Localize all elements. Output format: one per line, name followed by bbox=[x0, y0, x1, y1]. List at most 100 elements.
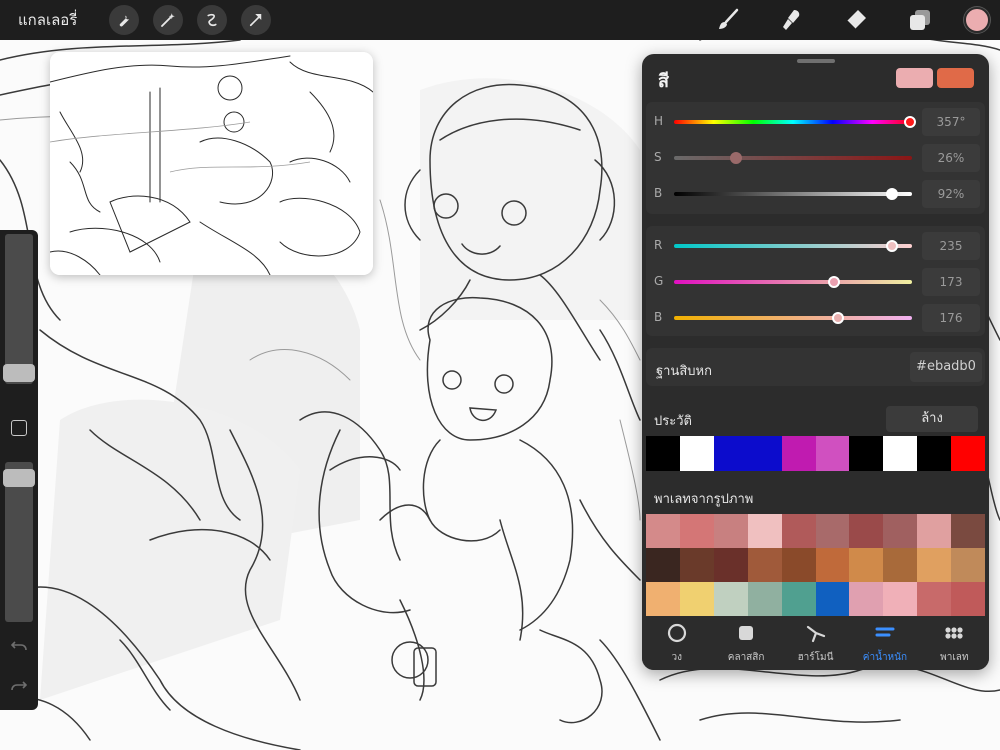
red-slider[interactable] bbox=[674, 244, 912, 248]
opacity-knob[interactable] bbox=[3, 469, 35, 488]
tab-value-label: ค่าน้ำหนัก bbox=[862, 651, 908, 663]
palette-swatch[interactable] bbox=[747, 548, 782, 582]
smudge-tool-button[interactable] bbox=[772, 0, 812, 40]
palette-swatch[interactable] bbox=[849, 582, 884, 616]
actions-button[interactable] bbox=[109, 5, 140, 35]
color-panel: สี H 357° S 26% B 92% R 235 G 173 B 176 … bbox=[642, 54, 989, 670]
blue-value[interactable]: 176 bbox=[922, 304, 980, 332]
saturation-slider[interactable] bbox=[674, 156, 912, 160]
wrench-icon bbox=[120, 15, 130, 27]
palette-swatch[interactable] bbox=[679, 582, 714, 616]
top-toolbar: แกลเลอรี่ bbox=[0, 0, 1000, 40]
redo-button[interactable] bbox=[9, 676, 29, 696]
brightness-slider[interactable] bbox=[674, 192, 912, 196]
palette-swatch[interactable] bbox=[849, 514, 884, 548]
saturation-handle[interactable] bbox=[730, 152, 742, 164]
tab-palettes[interactable]: พาเลท bbox=[920, 616, 989, 670]
blue-handle[interactable] bbox=[832, 312, 844, 324]
gallery-button[interactable]: แกลเลอรี่ bbox=[18, 8, 77, 32]
palette-swatch[interactable] bbox=[883, 514, 918, 548]
color-button[interactable] bbox=[964, 7, 990, 33]
tab-harmony[interactable]: ฮาร์โมนี bbox=[781, 616, 850, 670]
palette-swatch[interactable] bbox=[883, 582, 918, 616]
history-swatch[interactable] bbox=[815, 436, 850, 471]
brush-size-slider[interactable] bbox=[3, 234, 35, 384]
palette-swatch[interactable] bbox=[679, 514, 714, 548]
hue-value[interactable]: 357° bbox=[922, 108, 980, 136]
modify-button[interactable] bbox=[11, 420, 27, 436]
palette-swatch[interactable] bbox=[747, 582, 782, 616]
tab-classic[interactable]: คลาสสิก bbox=[711, 616, 780, 670]
brush-size-knob[interactable] bbox=[3, 364, 35, 382]
green-handle[interactable] bbox=[828, 276, 840, 288]
history-swatch[interactable] bbox=[849, 436, 884, 471]
red-value[interactable]: 235 bbox=[922, 232, 980, 260]
layers-button[interactable] bbox=[900, 0, 940, 40]
palette-swatch[interactable] bbox=[713, 582, 748, 616]
saturation-label: S bbox=[654, 150, 662, 164]
undo-icon bbox=[10, 641, 27, 651]
palette-swatch[interactable] bbox=[849, 548, 884, 582]
red-handle[interactable] bbox=[886, 240, 898, 252]
palette-swatch[interactable] bbox=[917, 548, 952, 582]
panel-grabber[interactable] bbox=[797, 59, 835, 63]
magic-wand-icon bbox=[161, 13, 176, 27]
blue-slider[interactable] bbox=[674, 316, 912, 320]
palette-swatch[interactable] bbox=[951, 582, 985, 616]
history-swatch[interactable] bbox=[917, 436, 952, 471]
hue-handle[interactable] bbox=[904, 116, 916, 128]
adjustments-button[interactable] bbox=[153, 5, 184, 35]
palette-swatch[interactable] bbox=[815, 514, 850, 548]
reference-window[interactable] bbox=[50, 52, 373, 275]
palette-swatch[interactable] bbox=[713, 514, 748, 548]
selection-button[interactable] bbox=[197, 5, 228, 35]
palette-swatch[interactable] bbox=[679, 548, 714, 582]
hex-input[interactable]: #ebadb0 bbox=[910, 352, 982, 382]
undo-button[interactable] bbox=[9, 636, 29, 656]
tab-disc[interactable]: วง bbox=[642, 616, 711, 670]
opacity-slider[interactable] bbox=[3, 462, 35, 622]
palette-swatch[interactable] bbox=[781, 548, 816, 582]
green-value[interactable]: 173 bbox=[922, 268, 980, 296]
palette-swatch[interactable] bbox=[883, 548, 918, 582]
green-slider[interactable] bbox=[674, 280, 912, 284]
clear-history-button[interactable]: ล้าง bbox=[886, 406, 978, 432]
left-sidebar bbox=[0, 230, 38, 710]
primary-color-swatch[interactable] bbox=[896, 68, 933, 88]
history-swatch[interactable] bbox=[951, 436, 986, 471]
harmony-icon bbox=[806, 625, 825, 642]
tab-value[interactable]: ค่าน้ำหนัก bbox=[850, 616, 919, 670]
history-swatch[interactable] bbox=[781, 436, 816, 471]
history-swatch[interactable] bbox=[713, 436, 748, 471]
palette-swatch[interactable] bbox=[815, 548, 850, 582]
history-swatch[interactable] bbox=[679, 436, 714, 471]
brush-tool-button[interactable] bbox=[708, 0, 748, 40]
palette-swatch[interactable] bbox=[815, 582, 850, 616]
history-swatch[interactable] bbox=[646, 436, 680, 471]
hue-row: H 357° bbox=[646, 104, 985, 140]
history-swatch[interactable] bbox=[747, 436, 782, 471]
palette-swatch[interactable] bbox=[917, 582, 952, 616]
green-label: G bbox=[654, 274, 664, 288]
palette-swatch[interactable] bbox=[713, 548, 748, 582]
secondary-color-swatch[interactable] bbox=[937, 68, 974, 88]
palette-swatch[interactable] bbox=[951, 548, 985, 582]
brightness-value[interactable]: 92% bbox=[922, 180, 980, 208]
palette-swatch[interactable] bbox=[646, 548, 680, 582]
palette-swatch[interactable] bbox=[646, 582, 680, 616]
palette-swatch[interactable] bbox=[646, 514, 680, 548]
transform-button[interactable] bbox=[241, 5, 272, 35]
palette-swatch[interactable] bbox=[917, 514, 952, 548]
eraser-tool-button[interactable] bbox=[836, 0, 876, 40]
saturation-value[interactable]: 26% bbox=[922, 144, 980, 172]
layers-icon bbox=[910, 10, 930, 30]
palette-swatch[interactable] bbox=[781, 582, 816, 616]
palette-swatch[interactable] bbox=[951, 514, 985, 548]
hue-slider[interactable] bbox=[674, 120, 912, 124]
palette-label: พาเลทจากรูปภาพ bbox=[654, 492, 754, 507]
color-mode-tabbar: วง คลาสสิก ฮาร์โมนี ค่าน้ำหนัก พาเลท bbox=[642, 616, 989, 670]
brightness-handle[interactable] bbox=[886, 188, 898, 200]
palette-swatch[interactable] bbox=[747, 514, 782, 548]
palette-swatch[interactable] bbox=[781, 514, 816, 548]
history-swatch[interactable] bbox=[883, 436, 918, 471]
